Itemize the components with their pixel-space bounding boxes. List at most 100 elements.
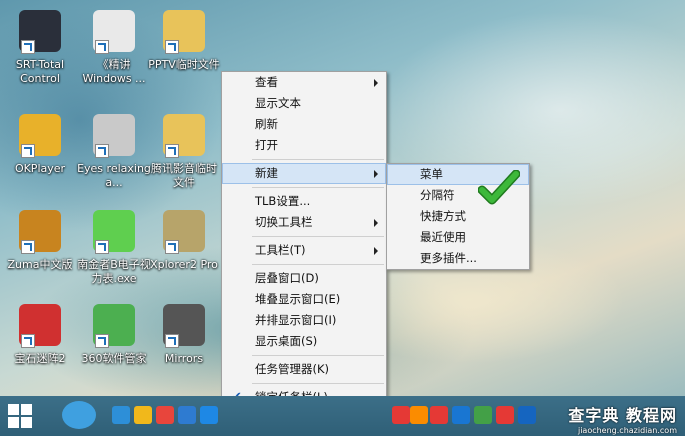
shortcut-arrow-icon [95,40,109,54]
folder-icon [163,114,205,158]
shortcut-arrow-icon [95,144,109,158]
submenu-arrow-icon [374,170,378,178]
submenu-arrow-icon [374,79,378,87]
menu-item-label: 切换工具栏 [255,215,313,229]
desktop-icon[interactable]: PPTV临时文件 [146,4,222,100]
menu-separator [252,383,384,384]
menu-item[interactable]: 查看 [222,72,386,93]
menu-item[interactable]: TLB设置... [222,191,386,212]
folder-icon [163,10,205,54]
desktop-icon[interactable]: SRT-Total Control [2,4,78,100]
menu-separator [252,159,384,160]
menu-item-label: 快捷方式 [420,209,466,223]
desktop-icon-label: SRT-Total Control [15,58,65,85]
desktop-icon-label: 宝石迷阵2 [14,352,66,365]
desktop-icon[interactable]: 宝石迷阵2 [2,298,78,394]
menu-item[interactable]: 层叠窗口(D) [222,268,386,289]
shortcut-arrow-icon [95,334,109,348]
desktop-icon-label: 《精讲 Windows ... [82,58,146,85]
desktop-icon[interactable]: 《精讲 Windows ... [76,4,152,100]
green-checkmark-icon [478,170,520,205]
submenu-arrow-icon [374,219,378,227]
tray-app-3-icon[interactable] [410,406,428,424]
shortcut-arrow-icon [21,240,35,254]
windows-start-icon[interactable] [8,404,32,428]
ie-icon[interactable] [178,406,196,424]
desktop-icon[interactable]: Eyes relaxing a... [76,108,152,204]
desktop-icon-label: Mirrors [164,352,204,365]
srt-total-control-icon [19,10,61,54]
zuma-icon [19,210,61,254]
shortcut-arrow-icon [165,144,179,158]
tray-app-1-icon[interactable] [200,406,218,424]
watermark-main: 查字典 教程网 [568,406,677,425]
tray-app-8-icon[interactable] [518,406,536,424]
menu-item[interactable]: 显示文本 [222,93,386,114]
desktop-icon-label: Eyes relaxing a... [77,162,151,189]
desktop-icon[interactable]: OKPlayer [2,108,78,204]
menu-item-label: 菜单 [420,167,443,181]
menu-item[interactable]: 新建 [222,163,386,184]
menu-separator [252,355,384,356]
menu-item-label: 显示文本 [255,96,301,110]
menu-item-label: 任务管理器(K) [255,362,330,376]
menu-item[interactable]: 工具栏(T) [222,240,386,261]
menu-item[interactable]: 堆叠显示窗口(E) [222,289,386,310]
tray-app-7-icon[interactable] [496,406,514,424]
menu-item[interactable]: 任务管理器(K) [222,359,386,380]
menu-item-label: 查看 [255,75,278,89]
menu-item-label: 刷新 [255,117,278,131]
shortcut-arrow-icon [165,334,179,348]
menu-separator [252,264,384,265]
desktop-icon[interactable]: Mirrors [146,298,222,394]
menu-separator [252,187,384,188]
menu-item[interactable]: 打开 [222,135,386,156]
menu-item[interactable]: 最近使用 [387,227,529,248]
bejeweled-icon [19,304,61,348]
menu-item[interactable]: 切换工具栏 [222,212,386,233]
menu-separator [252,236,384,237]
desktop-icon[interactable]: 360软件管家 [76,298,152,394]
pinwheel-icon[interactable] [156,406,174,424]
tray-app-6-icon[interactable] [474,406,492,424]
desktop-icon-label: 腾讯影音临时文件 [151,162,217,189]
menu-item-label: 堆叠显示窗口(E) [255,292,341,306]
menu-item[interactable]: 更多插件... [387,248,529,269]
sogou-icon[interactable] [112,406,130,424]
tray-app-5-icon[interactable] [452,406,470,424]
butterfly-app-icon[interactable] [62,401,96,429]
menu-item-label: 层叠窗口(D) [255,271,319,285]
menu-item-label: 显示桌面(S) [255,334,318,348]
menu-item-label: 最近使用 [420,230,466,244]
mirrors-icon [163,304,205,348]
desktop-icon-label: Xplorer2 Pro [150,258,218,271]
watermark-sub: jiaocheng.chazidian.com [577,426,677,435]
tray-app-2-icon[interactable] [392,406,410,424]
desktop-icon[interactable]: Xplorer2 Pro [146,204,222,300]
menu-item[interactable]: 并排显示窗口(I) [222,310,386,331]
menu-item[interactable]: 快捷方式 [387,206,529,227]
xplorer2-icon [163,210,205,254]
green-heart-icon [93,210,135,254]
menu-item-label: 打开 [255,138,278,152]
shortcut-arrow-icon [165,40,179,54]
360-manager-icon [93,304,135,348]
shortcut-arrow-icon [165,240,179,254]
desktop-icon-label: 360软件管家 [81,352,147,365]
shortcut-arrow-icon [21,334,35,348]
eyes-relaxing-icon [93,114,135,158]
context-menu: 查看显示文本刷新打开新建 TLB设置... 切换工具栏工具栏(T) 层叠窗口(D) 堆叠… [221,71,387,430]
menu-item[interactable]: 刷新 [222,114,386,135]
desktop-icon[interactable]: Zuma中文版 [2,204,78,300]
desktop-icon-label: 南金者B电子视力表.exe [77,258,151,285]
menu-item-label: TLB设置... [255,194,311,208]
chrome-like-icon[interactable] [134,406,152,424]
menu-item[interactable]: 显示桌面(S) [222,331,386,352]
desktop-icon[interactable]: 腾讯影音临时文件 [146,108,222,204]
pdf-file-icon [93,10,135,54]
desktop-icon-label: Zuma中文版 [7,258,73,271]
desktop-icon[interactable]: 南金者B电子视力表.exe [76,204,152,300]
menu-item-label: 新建 [255,166,278,180]
tray-app-4-icon[interactable] [430,406,448,424]
submenu-arrow-icon [374,247,378,255]
